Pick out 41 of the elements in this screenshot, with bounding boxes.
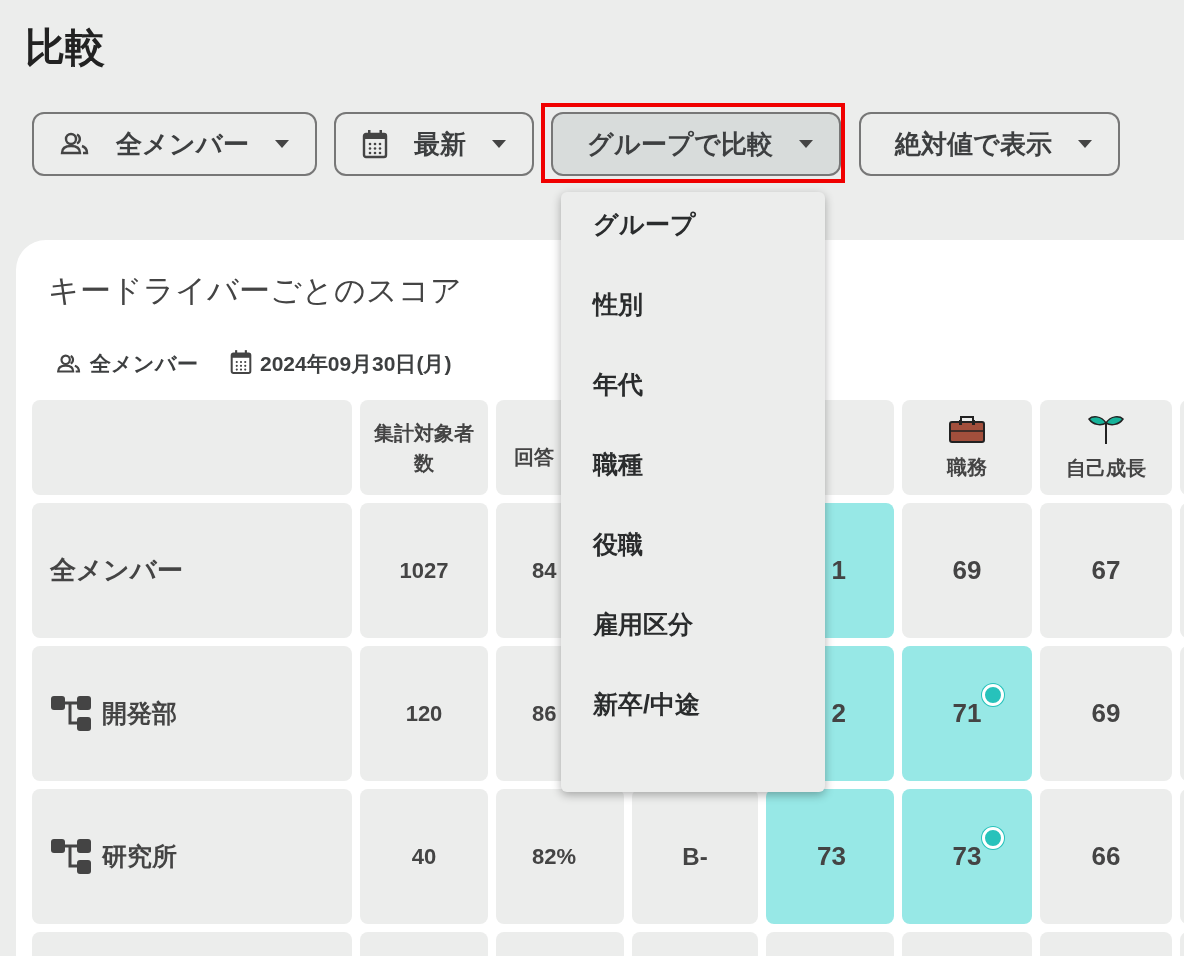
menu-item[interactable]: 性別: [561, 288, 825, 368]
filter-dropdown[interactable]: 全メンバー: [32, 112, 317, 176]
table-cell: 120: [360, 646, 488, 781]
org-chart-icon: [50, 694, 92, 733]
header-label: 自己成長: [1066, 455, 1146, 481]
table-cell: 82%: [496, 789, 624, 924]
header-label: 職務: [947, 454, 987, 480]
calendar-icon: [362, 129, 388, 159]
table-cell: 1027: [360, 503, 488, 638]
date-label: 2024年09月30日(月): [260, 351, 452, 377]
briefcase-icon: [948, 413, 986, 444]
page-title: 比較: [24, 24, 106, 71]
filter-dropdown[interactable]: 絶対値で表示: [859, 112, 1120, 176]
header-label: 集計対象者数: [373, 420, 475, 476]
table-cell: 73: [902, 789, 1032, 924]
people-icon: [56, 354, 82, 374]
table-cell: 73: [766, 789, 894, 924]
table-cell: 71: [902, 646, 1032, 781]
scope-label: 全メンバー: [90, 351, 198, 377]
people-icon: [60, 132, 90, 156]
row-label: 全メンバー: [50, 554, 183, 587]
filter-dropdown[interactable]: 最新: [334, 112, 534, 176]
caret-icon: [799, 140, 813, 148]
org-chart-icon: [50, 837, 92, 876]
table-cell: 67: [1040, 503, 1172, 638]
menu-item[interactable]: 年代: [561, 368, 825, 448]
table-cell: 69: [1040, 646, 1172, 781]
filter-dropdown[interactable]: グループで比較: [551, 112, 841, 176]
row-label: 開発部: [102, 698, 177, 729]
calendar-icon: [230, 348, 252, 375]
caret-icon: [1078, 140, 1092, 148]
table-cell: 40: [360, 789, 488, 924]
row-label: 研究所: [102, 841, 177, 872]
table-cell: 69: [902, 503, 1032, 638]
header-label: 回答: [514, 444, 554, 470]
caret-icon: [492, 140, 506, 148]
table-cell: 66: [1040, 789, 1172, 924]
card-title: キードライバーごとのスコア: [48, 272, 462, 310]
caret-icon: [275, 140, 289, 148]
menu-item[interactable]: グループ: [561, 208, 825, 288]
table-cell: B-: [632, 789, 758, 924]
